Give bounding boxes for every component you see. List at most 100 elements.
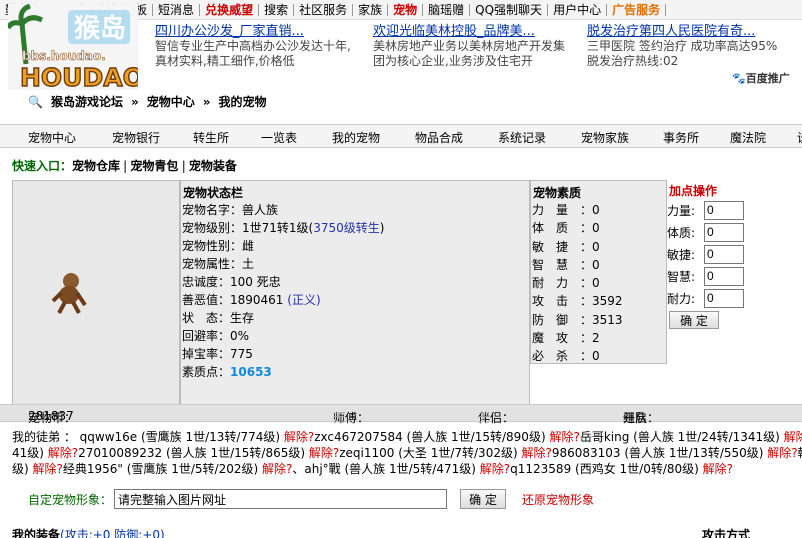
- remove-disciple-link[interactable]: 解除?: [33, 462, 63, 476]
- attribute-value: ：0: [580, 276, 600, 291]
- custom-image-form: 自定宠物形象： 确 定 还原宠物形象: [28, 489, 594, 509]
- baidu-promo-link[interactable]: 🐾百度推广: [732, 70, 790, 86]
- remove-disciple-link[interactable]: 解除?: [767, 446, 797, 460]
- attribute-value: ：2: [580, 331, 600, 346]
- top-menu-item[interactable]: 搜索: [259, 3, 295, 16]
- paw-icon: 🐾: [732, 72, 746, 85]
- pet-evasion: 回避率：0%: [182, 329, 250, 343]
- pet-karma-value: 善恶值：1890461: [182, 293, 288, 307]
- remove-disciple-link[interactable]: 解除?: [784, 430, 802, 444]
- top-menu-item[interactable]: 兑换威望: [200, 3, 260, 16]
- top-menu-item[interactable]: 脑瑶赠: [423, 3, 471, 16]
- ad-item[interactable]: 欢迎光临美林控股_品牌美... 美林房地产业务以美林房地产开发集 团为核心企业,…: [373, 24, 583, 69]
- ad-title[interactable]: 欢迎光临美林控股_品牌美...: [373, 24, 535, 39]
- remove-disciple-link[interactable]: 解除?: [48, 446, 78, 460]
- ad-desc: 美林房地产业务以美林房地产开发集: [373, 39, 566, 53]
- top-menu-item[interactable]: 广告服务: [607, 3, 667, 16]
- quick-link-warehouse[interactable]: 宠物仓库: [72, 159, 120, 173]
- coins-value: 281837: [28, 409, 74, 423]
- remove-disciple-link[interactable]: 解除?: [284, 430, 314, 444]
- attribute-row: 攻 击 ：3592: [531, 292, 666, 310]
- top-menu-item[interactable]: 家族: [353, 3, 389, 16]
- nav-tab[interactable]: 转生所: [193, 129, 229, 146]
- add-points-row: 敏捷:: [667, 243, 802, 265]
- disciple-entry: zxc467207584 (兽人族 1世/15转/890级): [314, 430, 550, 444]
- nav-tab[interactable]: 设: [797, 129, 802, 146]
- attribute-row: 体 质 ：0: [531, 219, 666, 237]
- top-menu-item[interactable]: 宠物: [388, 3, 424, 16]
- pet-attributes-panel: 宠物素质力 量 ：0 体 质 ：0 敏 捷 ：0 智 慧 ：0 耐 力 ：0 攻 击 ：3592 防 御…: [530, 180, 667, 364]
- breadcrumb-item[interactable]: 我的宠物: [219, 93, 267, 110]
- attribute-value: ：0: [580, 239, 600, 254]
- endurance-input[interactable]: [704, 288, 744, 308]
- site-logo[interactable]: 猴岛 bbs.houdao. HOUDAO: [5, 3, 145, 93]
- nav-tab[interactable]: 系统记录: [498, 129, 546, 146]
- breadcrumb-item[interactable]: 猴岛游戏论坛: [51, 93, 123, 110]
- add-points-row: 力量:: [667, 199, 802, 221]
- nav-tab[interactable]: 一览表: [261, 129, 297, 146]
- top-menu-item[interactable]: 短消息: [153, 3, 201, 16]
- attribute-row: 耐 力 ：0: [531, 274, 666, 292]
- attribute-row: 敏 捷 ：0: [531, 238, 666, 256]
- restore-image-link[interactable]: 还原宠物形象: [522, 491, 594, 508]
- pet-level: 宠物级别：1世71转1级(3750级转生): [181, 219, 529, 237]
- nav-tab[interactable]: 宠物中心: [28, 129, 76, 146]
- disciple-entry: qqww16e (雪鹰族 1世/13转/774级): [79, 430, 284, 444]
- attribute-name: 力 量: [532, 203, 569, 217]
- attribute-name: 攻 击: [532, 294, 569, 309]
- breadcrumb-separator: »: [202, 94, 211, 109]
- ad-title[interactable]: 四川办公沙发_厂家直销...: [155, 24, 304, 39]
- pet-points-label: 素质点：: [182, 365, 231, 379]
- wisdom-input[interactable]: [704, 266, 744, 286]
- remove-disciple-link[interactable]: 解除?: [262, 462, 292, 476]
- strength-input[interactable]: [704, 200, 744, 220]
- attribute-value: ：0: [580, 221, 600, 236]
- logo-image: 猴岛 bbs.houdao. HOUDAO: [5, 3, 145, 93]
- top-menu-item[interactable]: 用户中心: [548, 3, 608, 16]
- pet-karma: 善恶值：1890461 (正义): [181, 291, 529, 309]
- attribute-row: 魔 攻 ：2: [531, 329, 666, 347]
- ad-title[interactable]: 脱发治疗第四人民医院有奇...: [587, 24, 755, 39]
- top-menu-item[interactable]: 社区服务: [294, 3, 354, 16]
- add-points-row: 智慧:: [667, 265, 802, 287]
- nav-tab[interactable]: 物品合成: [415, 129, 463, 146]
- nav-tab[interactable]: 魔法院: [730, 129, 766, 146]
- image-url-input[interactable]: [114, 489, 448, 509]
- ad-desc: 真材实料,精工细作,价格低: [155, 54, 295, 68]
- ad-item[interactable]: 四川办公沙发_厂家直销... 智信专业生产中高档办公沙发达十年, 真材实料,精工…: [155, 24, 365, 69]
- attribute-name: 防 御: [532, 312, 569, 327]
- attack-mode-title: 攻击方式: [702, 528, 751, 538]
- constitution-input[interactable]: [704, 222, 744, 242]
- attributes-heading: 宠物素质: [533, 186, 582, 200]
- disciple-entry: 经典1956" (雪鹰族 1世/5转/202级): [62, 462, 263, 476]
- nav-tab[interactable]: 宠物家族: [581, 129, 629, 146]
- agility-input[interactable]: [704, 244, 744, 264]
- add-points-confirm-button[interactable]: 确 定: [669, 311, 719, 329]
- top-menu-item[interactable]: QQ强制聊天: [470, 3, 549, 16]
- rebirth-link[interactable]: 3750级转生: [313, 221, 380, 235]
- partner-value: 无: [478, 411, 491, 425]
- field-label: 耐力:: [667, 291, 696, 306]
- add-points-row: 体质:: [667, 221, 802, 243]
- remove-disciple-link[interactable]: 解除?: [309, 446, 339, 460]
- disciple-entry: q1123589 (西鸡女 1世/0转/80级): [510, 462, 703, 476]
- remove-disciple-link[interactable]: 解除?: [703, 462, 733, 476]
- pet-state: 状 态：生存: [182, 311, 255, 325]
- nav-tab[interactable]: 我的宠物: [332, 129, 380, 146]
- remove-disciple-link[interactable]: 解除?: [521, 446, 551, 460]
- custom-image-label: 自定宠物形象：: [28, 492, 113, 507]
- disciple-entry: 级): [12, 462, 33, 476]
- pet-points-value: 10653: [230, 365, 272, 379]
- nav-tab[interactable]: 事务所: [663, 129, 699, 146]
- quick-link-bag[interactable]: 宠物青包: [130, 159, 178, 173]
- remove-disciple-link[interactable]: 解除?: [549, 430, 579, 444]
- pet-gender: 宠物性别：雌: [182, 239, 255, 253]
- quick-link-equipment[interactable]: 宠物装备: [189, 159, 237, 173]
- attribute-row: 防 御 ：3513: [531, 311, 666, 329]
- attribute-name: 魔 攻: [532, 331, 569, 346]
- breadcrumb-item[interactable]: 宠物中心: [147, 93, 195, 110]
- ad-item[interactable]: 脱发治疗第四人民医院有奇... 三甲医院 签约治疗 成功率高达95% 脱发治疗热…: [587, 24, 800, 69]
- nav-tab[interactable]: 宠物银行: [112, 129, 160, 146]
- custom-image-confirm-button[interactable]: 确 定: [460, 489, 507, 509]
- remove-disciple-link[interactable]: 解除?: [480, 462, 510, 476]
